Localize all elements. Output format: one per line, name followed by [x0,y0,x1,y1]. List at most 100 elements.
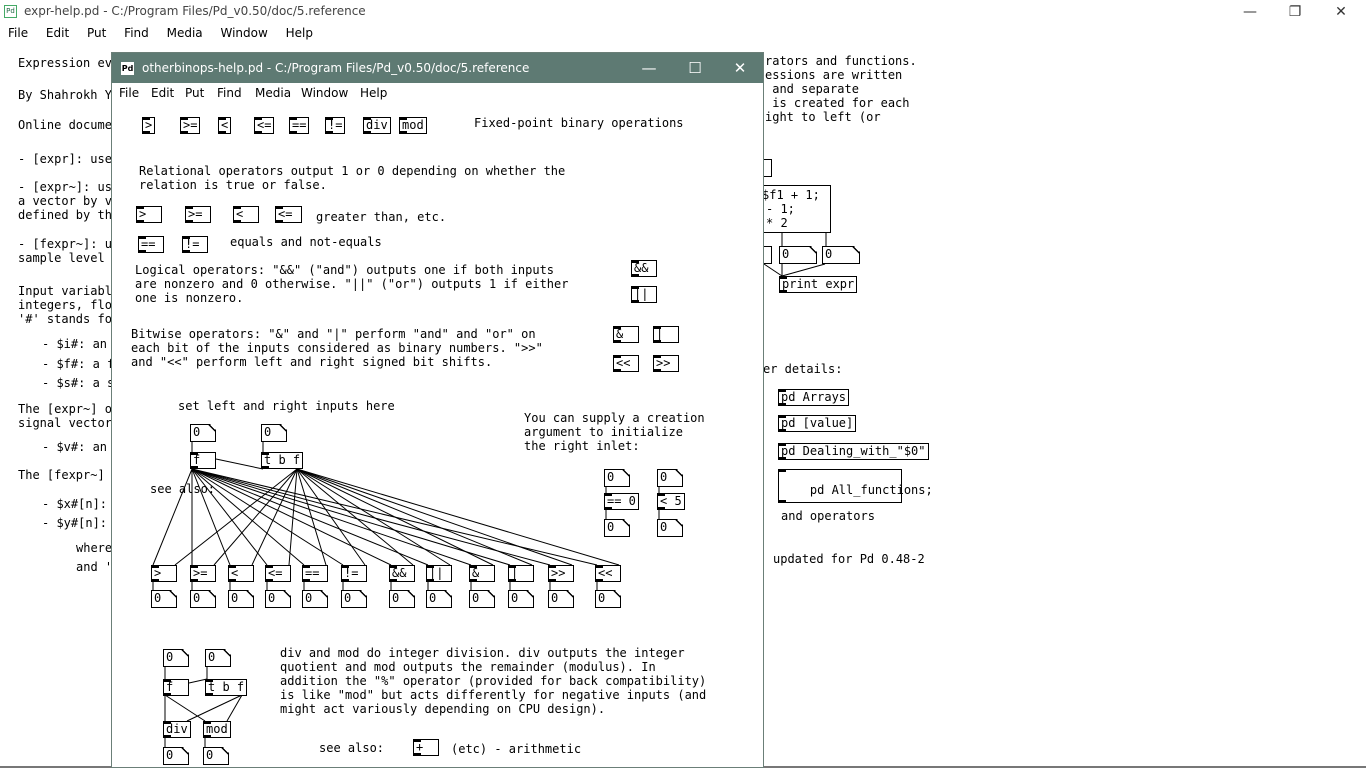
number-box[interactable]: 0 [604,469,630,487]
number-box-output[interactable]: 0 [595,590,621,608]
op-eq[interactable]: == [289,117,310,134]
op-lt[interactable]: < [228,565,254,582]
menu-find[interactable]: Find [124,26,149,40]
op-shift-right[interactable]: >> [548,565,574,582]
op-and[interactable]: && [389,565,415,582]
number-box-output[interactable]: 0 [203,747,229,765]
op-or[interactable]: || [426,565,452,582]
number-box[interactable]: 0 [163,649,189,667]
close-icon[interactable]: ✕ [1318,0,1364,24]
op-le[interactable]: <= [275,206,302,223]
number-box-output[interactable]: 0 [302,590,328,608]
number-box-output[interactable]: 0 [265,590,291,608]
number-box-output[interactable]: 0 [469,590,495,608]
op-ge[interactable]: >= [185,206,211,223]
op-le[interactable]: <= [265,565,291,582]
patch-canvas[interactable]: > >= < <= == != div mod Fixed-point bina… [112,103,763,768]
front-window-titlebar[interactable]: Pd otherbinops-help.pd - C:/Program File… [112,53,763,83]
menu-file[interactable]: File [8,26,28,40]
menu-media[interactable]: Media [167,26,203,40]
op-shift-right[interactable]: >> [653,355,679,372]
mod-object[interactable]: mod [203,721,231,738]
number-box[interactable]: 0 [657,519,683,537]
number-box-output[interactable]: 0 [190,590,216,608]
op-lt[interactable]: < [218,117,232,134]
number-box[interactable]: 0 [604,519,630,537]
see-also-label: see also: [150,482,216,496]
number-box-output[interactable]: 0 [508,590,534,608]
subpatch-dealing-with-0[interactable]: pd Dealing_with_"$0" [778,443,929,460]
patch-cord [296,468,327,566]
op-lt-five[interactable]: < 5 [657,493,685,510]
menu-window[interactable]: Window [220,26,267,40]
menu-file[interactable]: File [119,86,139,100]
op-bitand[interactable]: & [469,565,495,582]
op-bitor[interactable]: | [653,326,679,343]
menu-window[interactable]: Window [301,86,348,100]
number-box-left-input[interactable]: 0 [190,424,216,442]
background-window-titlebar[interactable]: Pd expr-help.pd - C:/Program Files/Pd_v0… [0,0,1366,24]
op-ge[interactable]: >= [180,117,201,134]
op-lt[interactable]: < [233,206,259,223]
close-icon[interactable]: ✕ [717,53,763,83]
creation-arg-description: You can supply a creation argument to in… [524,411,705,453]
see-also-label: see also: [319,741,385,755]
maximize-icon[interactable]: ☐ [672,53,718,83]
number-box-output[interactable]: 0 [389,590,415,608]
op-eq-zero[interactable]: == 0 [604,493,639,510]
number-box-output[interactable]: 0 [548,590,574,608]
menu-put[interactable]: Put [87,26,106,40]
menu-put[interactable]: Put [185,86,204,100]
doc-text: integers, floa [18,298,120,312]
restore-icon[interactable]: ❐ [1272,0,1318,24]
op-ge[interactable]: >= [190,565,216,582]
op-ne[interactable]: != [182,236,208,253]
op-le[interactable]: <= [254,117,275,134]
number-box[interactable]: 0 [205,649,231,667]
minimize-icon[interactable]: — [626,53,672,83]
otherbinops-help-window[interactable]: Pd otherbinops-help.pd - C:/Program File… [111,52,764,768]
op-div[interactable]: div [363,117,391,134]
number-box-output[interactable]: 0 [341,590,367,608]
float-object[interactable]: f [163,679,189,696]
menu-find[interactable]: Find [217,86,242,100]
op-ne[interactable]: != [325,117,346,134]
minimize-icon[interactable]: — [1227,0,1273,24]
op-or[interactable]: || [631,286,657,303]
op-mod[interactable]: mod [399,117,427,134]
menu-help[interactable]: Help [286,26,313,40]
menu-edit[interactable]: Edit [151,86,174,100]
number-box-right-input[interactable]: 0 [261,424,287,442]
menu-help[interactable]: Help [360,86,387,100]
doc-text: - $x#[n]: [42,497,108,511]
trigger-object[interactable]: t b f [205,679,248,696]
trigger-object[interactable]: t b f [261,452,304,469]
menu-edit[interactable]: Edit [46,26,69,40]
number-box-output[interactable]: 0 [228,590,254,608]
number-box-output[interactable]: 0 [163,747,189,765]
subpatch-all-functions[interactable]: pd All_functions; and operators [778,469,933,523]
op-shift-left[interactable]: << [613,355,639,372]
plus-object[interactable]: + [413,739,439,756]
op-eq[interactable]: == [138,236,164,253]
op-gt[interactable]: > [151,565,177,582]
op-and[interactable]: && [631,260,657,277]
op-shift-left[interactable]: << [595,565,621,582]
float-object[interactable]: f [190,452,216,469]
doc-text: er details: [763,362,843,376]
op-gt[interactable]: > [142,117,156,134]
div-object[interactable]: div [163,721,191,738]
op-bitor[interactable]: | [508,565,534,582]
subpatch-arrays[interactable]: pd Arrays [778,389,850,406]
number-box[interactable]: 0 [657,469,683,487]
op-bitand[interactable]: & [613,326,639,343]
op-gt[interactable]: > [136,206,162,223]
doc-text: - $s#: a s [42,376,115,390]
number-box-output[interactable]: 0 [151,590,177,608]
op-eq[interactable]: == [302,565,328,582]
op-ne[interactable]: != [341,565,367,582]
subpatch-value[interactable]: pd [value] [778,415,857,432]
number-box-output[interactable]: 0 [426,590,452,608]
doc-text: rators and functions. [765,54,917,68]
menu-media[interactable]: Media [255,86,291,100]
